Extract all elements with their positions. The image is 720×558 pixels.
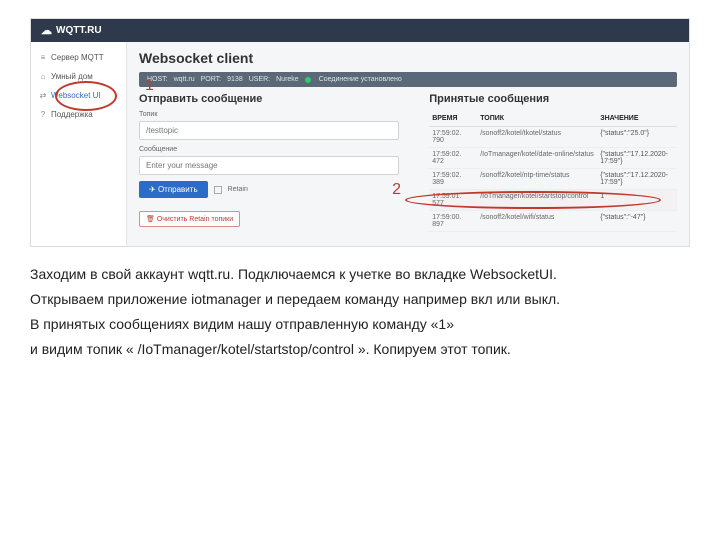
- instructions-block: Заходим в свой аккаунт wqtt.ru. Подключа…: [30, 265, 690, 359]
- table-row[interactable]: 17:59:02.472/IoTmanager/kotel/date-onlin…: [429, 148, 677, 169]
- clear-retain-button[interactable]: 🗑 Очистить Retain топики: [139, 211, 240, 227]
- sidebar: ≡ Сервер MQTT ⌂ Умный дом ⇄ Websocket UI ? П…: [31, 42, 127, 246]
- table-row[interactable]: 17:59:02.389/sonoff2/kotel/ntp-time/stat…: [429, 169, 677, 190]
- sidebar-item-label: Умный дом: [51, 72, 93, 81]
- screenshot-panel: ☁ WQTT.RU ≡ Сервер MQTT ⌂ Умный дом ⇄ Webso…: [30, 18, 690, 247]
- cell-value: {"status":"17.12.2020-17:59"}: [597, 148, 677, 169]
- message-label: Сообщение: [139, 146, 399, 153]
- instruction-line: Заходим в свой аккаунт wqtt.ru. Подключа…: [30, 265, 690, 284]
- top-bar: ☁ WQTT.RU: [31, 19, 689, 42]
- topic-label: Топик: [139, 111, 399, 118]
- cell-time: 17:59:02.790: [429, 127, 477, 148]
- connection-info-bar: HOST: wqtt.ru PORT: 9138 USER: Nureke Со…: [139, 72, 677, 87]
- socket-icon: ⇄: [39, 91, 47, 100]
- cell-time: 17:59:02.389: [429, 169, 477, 190]
- send-title: Отправить сообщение: [139, 93, 399, 105]
- messages-table: ВРЕМЯ ТОПИК ЗНАЧЕНИЕ 17:59:02.790/sonoff…: [429, 111, 677, 232]
- cell-topic: /sonoff2/kotel/ntp-time/status: [477, 169, 597, 190]
- cell-value: {"status":"-47"}: [597, 211, 677, 232]
- sidebar-item-websocket[interactable]: ⇄ Websocket UI: [31, 86, 126, 105]
- message-input[interactable]: [139, 156, 399, 175]
- cell-topic: /sonoff2/kotel/wifi/status: [477, 211, 597, 232]
- sidebar-item-smarthome[interactable]: ⌂ Умный дом: [31, 67, 126, 86]
- cloud-icon: ☁: [41, 24, 52, 37]
- status-dot-icon: [305, 77, 311, 83]
- sidebar-item-label: Поддержка: [51, 110, 93, 119]
- cell-topic: /IoTmanager/kotel/date-online/status: [477, 148, 597, 169]
- retain-label: Retain: [228, 186, 248, 193]
- user-value: Nureke: [276, 76, 299, 83]
- home-icon: ⌂: [39, 72, 47, 81]
- received-title: Принятые сообщения: [429, 93, 677, 105]
- col-time: ВРЕМЯ: [429, 111, 477, 127]
- host-value: wqtt.ru: [174, 76, 195, 83]
- instruction-line: и видим топик « /IoTmanager/kotel/starts…: [30, 340, 690, 359]
- retain-checkbox[interactable]: [214, 186, 222, 194]
- cell-value: {"status":"17.12.2020-17:59"}: [597, 169, 677, 190]
- received-panel: Принятые сообщения ВРЕМЯ ТОПИК ЗНАЧЕНИЕ …: [429, 93, 677, 232]
- cell-topic: /sonoff2/kotel/tkotel/status: [477, 127, 597, 148]
- table-row[interactable]: 17:59:02.790/sonoff2/kotel/tkotel/status…: [429, 127, 677, 148]
- main-content: Websocket client HOST: wqtt.ru PORT: 913…: [127, 42, 689, 246]
- cell-time: 17:59:00.897: [429, 211, 477, 232]
- host-label: HOST:: [147, 76, 168, 83]
- port-label: PORT:: [201, 76, 222, 83]
- cell-time: 17:59:01.577: [429, 190, 477, 211]
- sidebar-item-label: Websocket UI: [51, 91, 101, 100]
- sidebar-item-label: Сервер MQTT: [51, 53, 104, 62]
- brand-text: WQTT.RU: [56, 25, 102, 36]
- instruction-line: Открываем приложение iotmanager и переда…: [30, 290, 690, 309]
- port-value: 9138: [227, 76, 243, 83]
- instruction-line: В принятых сообщениях видим нашу отправл…: [30, 315, 690, 334]
- sidebar-item-support[interactable]: ? Поддержка: [31, 105, 126, 124]
- table-row[interactable]: 17:59:00.897/sonoff2/kotel/wifi/status{"…: [429, 211, 677, 232]
- topic-input[interactable]: [139, 121, 399, 140]
- server-icon: ≡: [39, 53, 47, 62]
- sidebar-item-server[interactable]: ≡ Сервер MQTT: [31, 48, 126, 67]
- page-title: Websocket client: [139, 50, 677, 66]
- send-panel: Отправить сообщение Топик Сообщение ✈ От…: [139, 93, 399, 232]
- user-label: USER:: [249, 76, 270, 83]
- cell-topic: /IoTmanager/kotel/startstop/control: [477, 190, 597, 211]
- cell-value: 1: [597, 190, 677, 211]
- col-value: ЗНАЧЕНИЕ: [597, 111, 677, 127]
- send-button[interactable]: ✈ Отправить: [139, 181, 208, 198]
- table-row[interactable]: 17:59:01.577/IoTmanager/kotel/startstop/…: [429, 190, 677, 211]
- cell-time: 17:59:02.472: [429, 148, 477, 169]
- col-topic: ТОПИК: [477, 111, 597, 127]
- help-icon: ?: [39, 110, 47, 119]
- cell-value: {"status":"25.0"}: [597, 127, 677, 148]
- connection-status: Соединение установлено: [319, 76, 402, 83]
